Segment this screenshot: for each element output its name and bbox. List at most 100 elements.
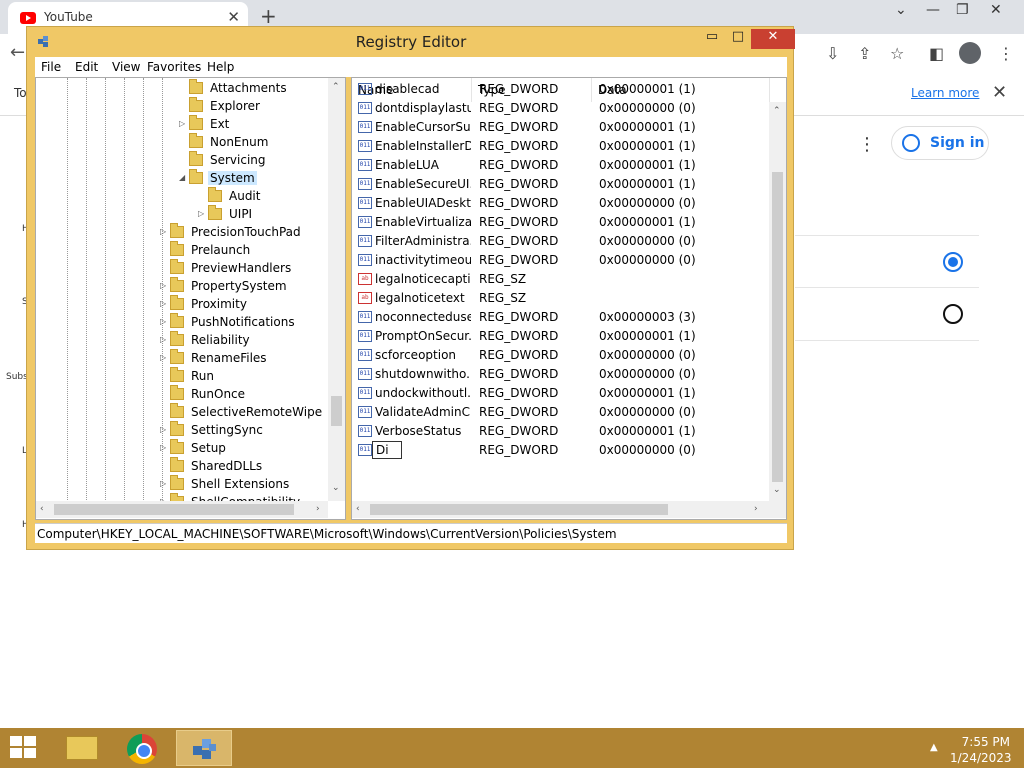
chevron-down-icon[interactable]: ⌄ (895, 2, 907, 18)
value-row[interactable]: 011EnableCursorSu... REG_DWORD 0x00000001 … (352, 118, 770, 137)
bookmark-star-icon[interactable]: ☆ (890, 44, 904, 63)
value-row[interactable]: ablegalnoticecapti... REG_SZ (352, 270, 770, 289)
key-tree[interactable]: Attachments Explorer ▷ Ext NonEnum Servicing ◢… (35, 77, 346, 520)
side-panel-icon[interactable]: ◧ (929, 44, 944, 63)
binary-value-icon: 011 (358, 368, 372, 380)
value-row[interactable]: 011 Di REG_DWORD 0x00000000 (0) (352, 441, 770, 460)
expand-arrow-icon[interactable]: ▷ (160, 227, 166, 236)
value-row[interactable]: 011 VerboseStatus REG_DWORD 0x00000001 (1) (352, 422, 770, 441)
tree-hscroll-thumb[interactable] (54, 504, 294, 515)
start-button[interactable] (10, 736, 38, 760)
scroll-left-icon[interactable]: ‹ (40, 504, 44, 514)
expand-arrow-icon[interactable]: ▷ (160, 317, 166, 326)
tree-guide (105, 78, 106, 518)
expand-arrow-icon[interactable]: ◢ (179, 173, 185, 182)
value-row[interactable]: 011 undockwithoutl... REG_DWORD 0x00000001 … (352, 384, 770, 403)
binary-value-icon: 011 (358, 102, 372, 114)
expand-arrow-icon[interactable]: ▷ (160, 479, 166, 488)
scroll-down-icon[interactable]: ⌄ (332, 483, 340, 493)
profile-avatar[interactable] (959, 42, 981, 64)
radio-unselected[interactable] (943, 304, 963, 324)
taskbar-registry-editor[interactable] (176, 730, 232, 766)
more-options-icon[interactable]: ⋮ (858, 134, 876, 155)
value-row[interactable]: 011 EnableLUA REG_DWORD 0x00000001 (1) (352, 156, 770, 175)
value-row[interactable]: 011EnableVirtualizat... REG_DWORD 0x000000… (352, 213, 770, 232)
account-icon (902, 134, 920, 152)
value-row[interactable]: 011EnableUIADeskt... REG_DWORD 0x00000000 … (352, 194, 770, 213)
scroll-up-icon[interactable]: ⌃ (332, 82, 340, 92)
menu-edit[interactable]: Edit (75, 60, 98, 74)
list-scroll-thumb[interactable] (772, 172, 783, 482)
expand-arrow-icon[interactable]: ▷ (160, 335, 166, 344)
tree-horizontal-scrollbar[interactable]: ‹ › (36, 501, 328, 518)
scroll-up-icon[interactable]: ⌃ (773, 106, 781, 116)
minimize-icon[interactable]: — (926, 2, 940, 18)
value-row[interactable]: 011 FilterAdministra... REG_DWORD 0x0000000… (352, 232, 770, 251)
scroll-down-icon[interactable]: ⌄ (773, 485, 781, 495)
value-row[interactable]: 011EnableInstallerD... REG_DWORD 0x0000000… (352, 137, 770, 156)
menu-file[interactable]: File (41, 60, 61, 74)
value-row[interactable]: 011 ValidateAdminC... REG_DWORD 0x00000000 … (352, 403, 770, 422)
menu-favorites[interactable]: Favorites (147, 60, 201, 74)
expand-arrow-icon[interactable]: ▷ (160, 281, 166, 290)
tray-expand-icon[interactable]: ▲ (930, 742, 938, 753)
share-icon[interactable]: ⇪ (858, 44, 871, 63)
binary-value-icon: 011 (358, 178, 372, 190)
option-row[interactable] (795, 235, 979, 288)
taskbar-chrome[interactable] (115, 730, 171, 766)
list-hscroll-thumb[interactable] (370, 504, 668, 515)
tree-scroll-thumb[interactable] (331, 396, 342, 426)
close-button[interactable]: ✕ (751, 29, 795, 49)
value-row[interactable]: ab legalnoticetext REG_SZ (352, 289, 770, 308)
taskbar-file-explorer[interactable] (54, 730, 110, 766)
browser-close-icon[interactable]: ✕ (990, 2, 1002, 18)
option-row[interactable] (795, 288, 979, 341)
learn-more-link[interactable]: Learn more (911, 86, 979, 100)
scroll-right-icon[interactable]: › (316, 504, 320, 514)
value-row[interactable]: 011 scforceoption REG_DWORD 0x00000000 (0) (352, 346, 770, 365)
expand-arrow-icon[interactable]: ▷ (160, 299, 166, 308)
binary-value-icon: 011 (358, 425, 372, 437)
infobar-close-icon[interactable]: ✕ (992, 82, 1007, 103)
value-row[interactable]: 011dontdisplaylastu... REG_DWORD 0x0000000… (352, 99, 770, 118)
tab-close-icon[interactable]: ✕ (227, 8, 240, 26)
rename-input[interactable]: Di (372, 441, 402, 459)
expand-arrow-icon[interactable]: ▷ (160, 443, 166, 452)
expand-arrow-icon[interactable]: ▷ (160, 353, 166, 362)
scroll-left-icon[interactable]: ‹ (356, 504, 360, 514)
value-data: 0x00000001 (1) (599, 215, 696, 229)
radio-selected[interactable] (943, 252, 963, 272)
menu-view[interactable]: View (112, 60, 140, 74)
youtube-icon (20, 12, 36, 24)
menu-help[interactable]: Help (207, 60, 234, 74)
restore-icon[interactable]: ❐ (956, 2, 969, 18)
value-row[interactable]: 011 PromptOnSecur... REG_DWORD 0x00000001 (… (352, 327, 770, 346)
system-clock[interactable]: 7:55 PM 1/24/2023 (950, 734, 1012, 766)
expand-arrow-icon[interactable]: ▷ (198, 209, 204, 218)
value-row[interactable]: 011 disablecad REG_DWORD 0x00000001 (1) (352, 80, 770, 99)
back-arrow-icon[interactable]: ← (10, 42, 25, 63)
side-text: Subs (6, 372, 28, 382)
value-name: EnableLUA (375, 158, 439, 172)
minimize-button[interactable]: ▭ (699, 29, 725, 49)
new-tab-button[interactable]: + (260, 4, 277, 28)
tree-node-label: System (208, 171, 257, 185)
value-row[interactable]: 011inactivitytimeou... REG_DWORD 0x0000000… (352, 251, 770, 270)
value-row[interactable]: 011 noconnecteduser REG_DWORD 0x00000003 (3… (352, 308, 770, 327)
sign-in-button[interactable]: Sign in (891, 126, 989, 160)
maximize-button[interactable]: □ (725, 29, 751, 49)
browser-menu-icon[interactable]: ⋮ (998, 44, 1014, 63)
values-list[interactable]: Name Type Data 011 disablecad REG_DWORD 0x0… (351, 77, 787, 520)
value-name: undockwithoutl... (375, 386, 471, 400)
value-row[interactable]: 011 EnableSecureUI... REG_DWORD 0x00000001 … (352, 175, 770, 194)
list-horizontal-scrollbar[interactable]: ‹ › (352, 501, 786, 518)
list-vertical-scrollbar[interactable]: ⌃ ⌄ (769, 102, 786, 501)
tree-vertical-scrollbar[interactable]: ⌃ ⌄ (328, 78, 345, 501)
scroll-right-icon[interactable]: › (754, 504, 758, 514)
expand-arrow-icon[interactable]: ▷ (160, 425, 166, 434)
expand-arrow-icon[interactable]: ▷ (179, 119, 185, 128)
value-type: REG_DWORD (479, 443, 559, 457)
value-name: noconnecteduser (375, 310, 471, 324)
value-row[interactable]: 011 shutdownwitho... REG_DWORD 0x00000000 (… (352, 365, 770, 384)
install-icon[interactable]: ⇩ (826, 44, 839, 63)
